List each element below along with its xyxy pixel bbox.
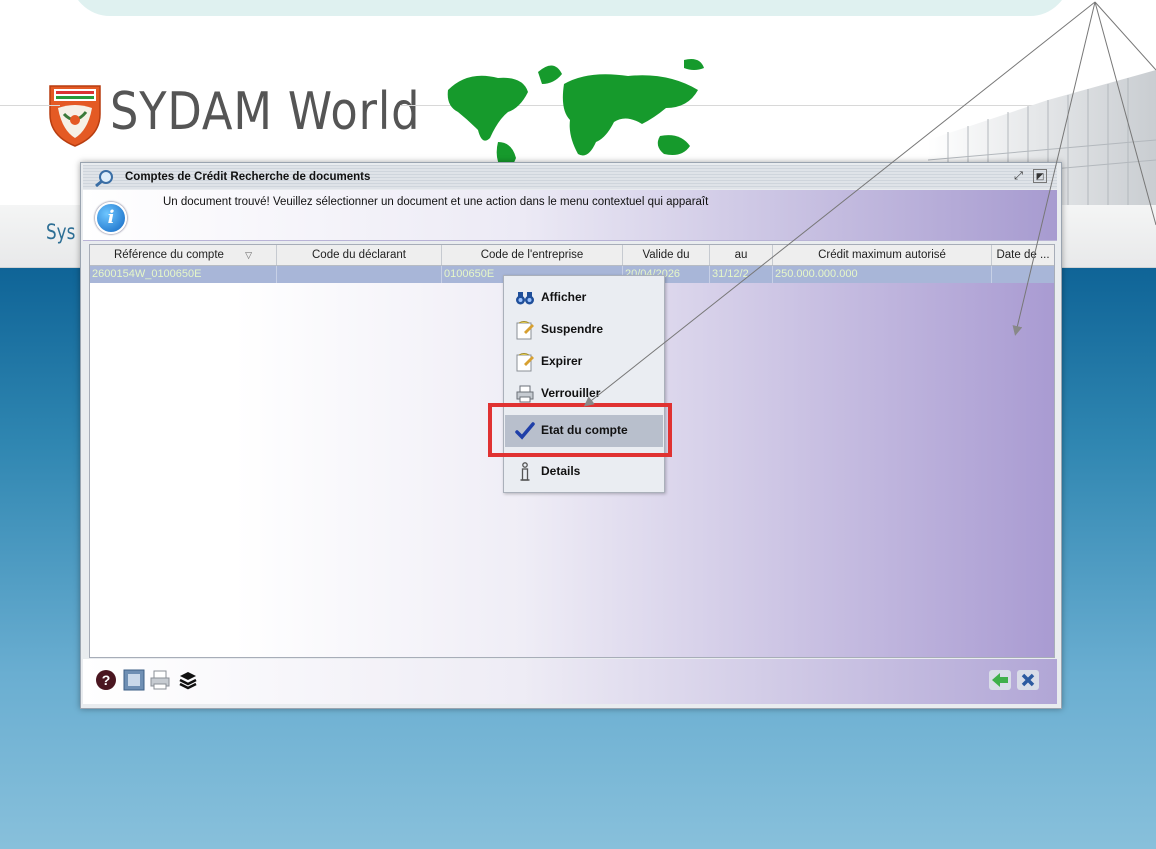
menu-item-label: Verrouiller xyxy=(541,386,601,400)
close-icon[interactable] xyxy=(1017,669,1039,691)
menu-item-expirer[interactable]: Expirer xyxy=(505,346,663,378)
info-icon xyxy=(520,462,530,481)
svg-text:?: ? xyxy=(102,672,111,688)
world-map-graphic xyxy=(447,59,704,171)
app-title: SYDAM World xyxy=(110,82,421,142)
column-header-label: Référence du compte xyxy=(113,249,224,261)
printer-icon[interactable] xyxy=(149,669,171,691)
cell-credit-max[interactable]: 250.000.000.000 xyxy=(773,266,992,283)
cell-au[interactable]: 31/12/2 xyxy=(710,266,773,283)
column-header-au[interactable]: au xyxy=(710,245,773,265)
menu-item-details[interactable]: Details xyxy=(505,456,663,488)
cell-declarant[interactable] xyxy=(277,266,442,283)
selection-highlight-box xyxy=(488,403,672,457)
cell-date[interactable] xyxy=(992,266,1054,283)
cell-reference[interactable]: 2600154W_0100650E xyxy=(90,266,277,283)
column-header-valide-du[interactable]: Valide du xyxy=(623,245,710,265)
column-header-reference[interactable]: Référence du compte ▽ xyxy=(90,245,277,265)
column-header-date[interactable]: Date de ... xyxy=(992,245,1054,265)
binoculars-icon xyxy=(516,292,534,305)
table-header: Référence du compte ▽ Code du déclarant … xyxy=(90,245,1054,266)
column-header-credit-max[interactable]: Crédit maximum autorisé xyxy=(773,245,992,265)
menu-item-label: Suspendre xyxy=(541,322,604,336)
top-banner-strip xyxy=(70,0,1070,16)
printer-icon xyxy=(516,385,534,403)
menu-item-label: Details xyxy=(541,464,581,478)
menu-item-suspendre[interactable]: Suspendre xyxy=(505,314,663,346)
dialog-toolbar: ? xyxy=(83,659,1057,704)
document-edit-icon xyxy=(516,353,534,372)
layers-icon[interactable] xyxy=(177,669,199,691)
dialog-titlebar[interactable]: Comptes de Crédit Recherche de documents… xyxy=(83,165,1057,189)
back-arrow-icon[interactable] xyxy=(989,669,1011,691)
info-icon: i xyxy=(95,202,127,234)
column-header-entreprise[interactable]: Code de l'entreprise xyxy=(442,245,623,265)
info-message: Un document trouvé! Veuillez sélectionne… xyxy=(163,196,709,208)
document-edit-icon xyxy=(516,321,534,340)
menu-item-label: Afficher xyxy=(541,290,587,304)
magnifier-icon xyxy=(95,170,113,187)
menu-item-label: Expirer xyxy=(541,354,583,368)
export-icon[interactable] xyxy=(123,669,145,691)
sort-triangle-icon[interactable]: ▽ xyxy=(245,250,252,260)
header-divider-left xyxy=(0,105,60,106)
restore-window-icon[interactable]: ⤢ xyxy=(1011,169,1026,184)
info-message-bar: i Un document trouvé! Veuillez sélection… xyxy=(83,190,1057,241)
dialog-title: Comptes de Crédit Recherche de documents xyxy=(125,171,371,183)
context-menu: Afficher Suspendre Expirer Verrouiller E… xyxy=(503,275,665,493)
menu-item-afficher[interactable]: Afficher xyxy=(505,282,663,314)
maximize-window-icon[interactable]: ◩ xyxy=(1033,169,1047,183)
customs-shield-logo xyxy=(49,85,101,147)
nav-menu-partial-label[interactable]: Sys xyxy=(46,220,75,244)
column-header-declarant[interactable]: Code du déclarant xyxy=(277,245,442,265)
help-icon[interactable]: ? xyxy=(95,669,117,691)
